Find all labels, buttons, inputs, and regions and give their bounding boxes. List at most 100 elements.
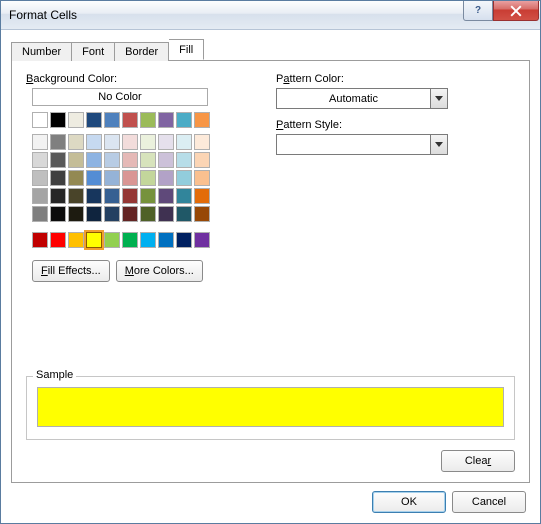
close-button[interactable] <box>493 1 539 21</box>
color-swatch[interactable] <box>86 152 102 168</box>
color-swatch[interactable] <box>86 170 102 186</box>
color-swatch[interactable] <box>122 232 138 248</box>
theme-tints-grid <box>32 134 236 222</box>
color-swatch[interactable] <box>194 170 210 186</box>
color-swatch[interactable] <box>104 170 120 186</box>
color-swatch[interactable] <box>32 206 48 222</box>
color-swatch[interactable] <box>32 232 48 248</box>
ok-button[interactable]: OK <box>372 491 446 513</box>
color-swatch[interactable] <box>32 134 48 150</box>
dialog-content: Number Font Border Fill Background Color… <box>1 30 540 523</box>
color-swatch[interactable] <box>158 112 174 128</box>
standard-colors-row <box>32 232 236 248</box>
titlebar: Format Cells ? <box>1 1 540 30</box>
color-swatch[interactable] <box>86 206 102 222</box>
pattern-color-label: Pattern Color: <box>276 73 515 85</box>
color-swatch[interactable] <box>68 232 84 248</box>
color-swatch[interactable] <box>104 134 120 150</box>
color-swatch[interactable] <box>104 112 120 128</box>
color-swatch[interactable] <box>50 134 66 150</box>
color-swatch[interactable] <box>68 112 84 128</box>
color-swatch[interactable] <box>140 170 156 186</box>
color-swatch[interactable] <box>158 152 174 168</box>
color-swatch[interactable] <box>122 152 138 168</box>
color-swatch[interactable] <box>176 170 192 186</box>
color-swatch[interactable] <box>140 112 156 128</box>
color-swatch[interactable] <box>194 188 210 204</box>
color-swatch[interactable] <box>68 152 84 168</box>
color-swatch[interactable] <box>86 188 102 204</box>
sample-preview <box>37 387 504 427</box>
color-swatch[interactable] <box>140 152 156 168</box>
close-icon <box>510 5 522 17</box>
color-swatch[interactable] <box>104 152 120 168</box>
chevron-down-icon <box>430 135 447 154</box>
color-swatch[interactable] <box>176 134 192 150</box>
color-swatch[interactable] <box>50 188 66 204</box>
clear-button[interactable]: Clear <box>441 450 515 472</box>
color-swatch[interactable] <box>32 188 48 204</box>
tab-font[interactable]: Font <box>72 42 115 61</box>
color-swatch[interactable] <box>140 206 156 222</box>
color-swatch[interactable] <box>68 170 84 186</box>
color-swatch[interactable] <box>194 152 210 168</box>
more-colors-button[interactable]: More Colors... <box>116 260 203 282</box>
color-swatch[interactable] <box>50 152 66 168</box>
color-swatch[interactable] <box>104 232 120 248</box>
format-cells-dialog: Format Cells ? Number Font Border Fill B… <box>0 0 541 524</box>
color-swatch[interactable] <box>122 112 138 128</box>
color-swatch[interactable] <box>50 232 66 248</box>
color-swatch[interactable] <box>176 188 192 204</box>
color-swatch[interactable] <box>194 206 210 222</box>
color-swatch[interactable] <box>176 152 192 168</box>
help-button[interactable]: ? <box>463 1 493 21</box>
color-swatch[interactable] <box>122 170 138 186</box>
color-swatch[interactable] <box>50 206 66 222</box>
theme-colors-row <box>32 112 236 128</box>
tab-number[interactable]: Number <box>11 42 72 61</box>
color-swatch[interactable] <box>68 206 84 222</box>
color-swatch[interactable] <box>104 206 120 222</box>
tab-border[interactable]: Border <box>115 42 169 61</box>
window-title: Format Cells <box>1 8 77 22</box>
tab-fill[interactable]: Fill <box>169 39 204 60</box>
fill-effects-button[interactable]: Fill Effects... <box>32 260 110 282</box>
color-swatch[interactable] <box>32 112 48 128</box>
color-swatch[interactable] <box>158 134 174 150</box>
color-swatch[interactable] <box>122 188 138 204</box>
color-swatch[interactable] <box>86 232 102 248</box>
help-icon: ? <box>475 5 481 16</box>
color-swatch[interactable] <box>176 112 192 128</box>
color-swatch[interactable] <box>140 134 156 150</box>
color-swatch[interactable] <box>86 112 102 128</box>
pattern-style-combo[interactable] <box>276 134 448 155</box>
color-swatch[interactable] <box>50 112 66 128</box>
color-swatch[interactable] <box>140 188 156 204</box>
color-swatch[interactable] <box>68 134 84 150</box>
color-swatch[interactable] <box>140 232 156 248</box>
color-swatch[interactable] <box>122 206 138 222</box>
color-swatch[interactable] <box>32 152 48 168</box>
color-swatch[interactable] <box>158 206 174 222</box>
color-swatch[interactable] <box>50 170 66 186</box>
color-swatch[interactable] <box>176 232 192 248</box>
chevron-down-icon <box>430 89 447 108</box>
color-swatch[interactable] <box>158 170 174 186</box>
pattern-color-value: Automatic <box>277 93 430 105</box>
color-swatch[interactable] <box>104 188 120 204</box>
color-swatch[interactable] <box>32 170 48 186</box>
pattern-color-combo[interactable]: Automatic <box>276 88 448 109</box>
tab-panel-fill: Background Color: No Color Fill Effects.… <box>11 60 530 483</box>
color-swatch[interactable] <box>176 206 192 222</box>
color-swatch[interactable] <box>158 188 174 204</box>
no-color-button[interactable]: No Color <box>32 88 208 106</box>
color-swatch[interactable] <box>194 112 210 128</box>
sample-group: Sample <box>26 376 515 440</box>
color-swatch[interactable] <box>122 134 138 150</box>
color-swatch[interactable] <box>158 232 174 248</box>
color-swatch[interactable] <box>68 188 84 204</box>
color-swatch[interactable] <box>194 232 210 248</box>
cancel-button[interactable]: Cancel <box>452 491 526 513</box>
color-swatch[interactable] <box>194 134 210 150</box>
color-swatch[interactable] <box>86 134 102 150</box>
